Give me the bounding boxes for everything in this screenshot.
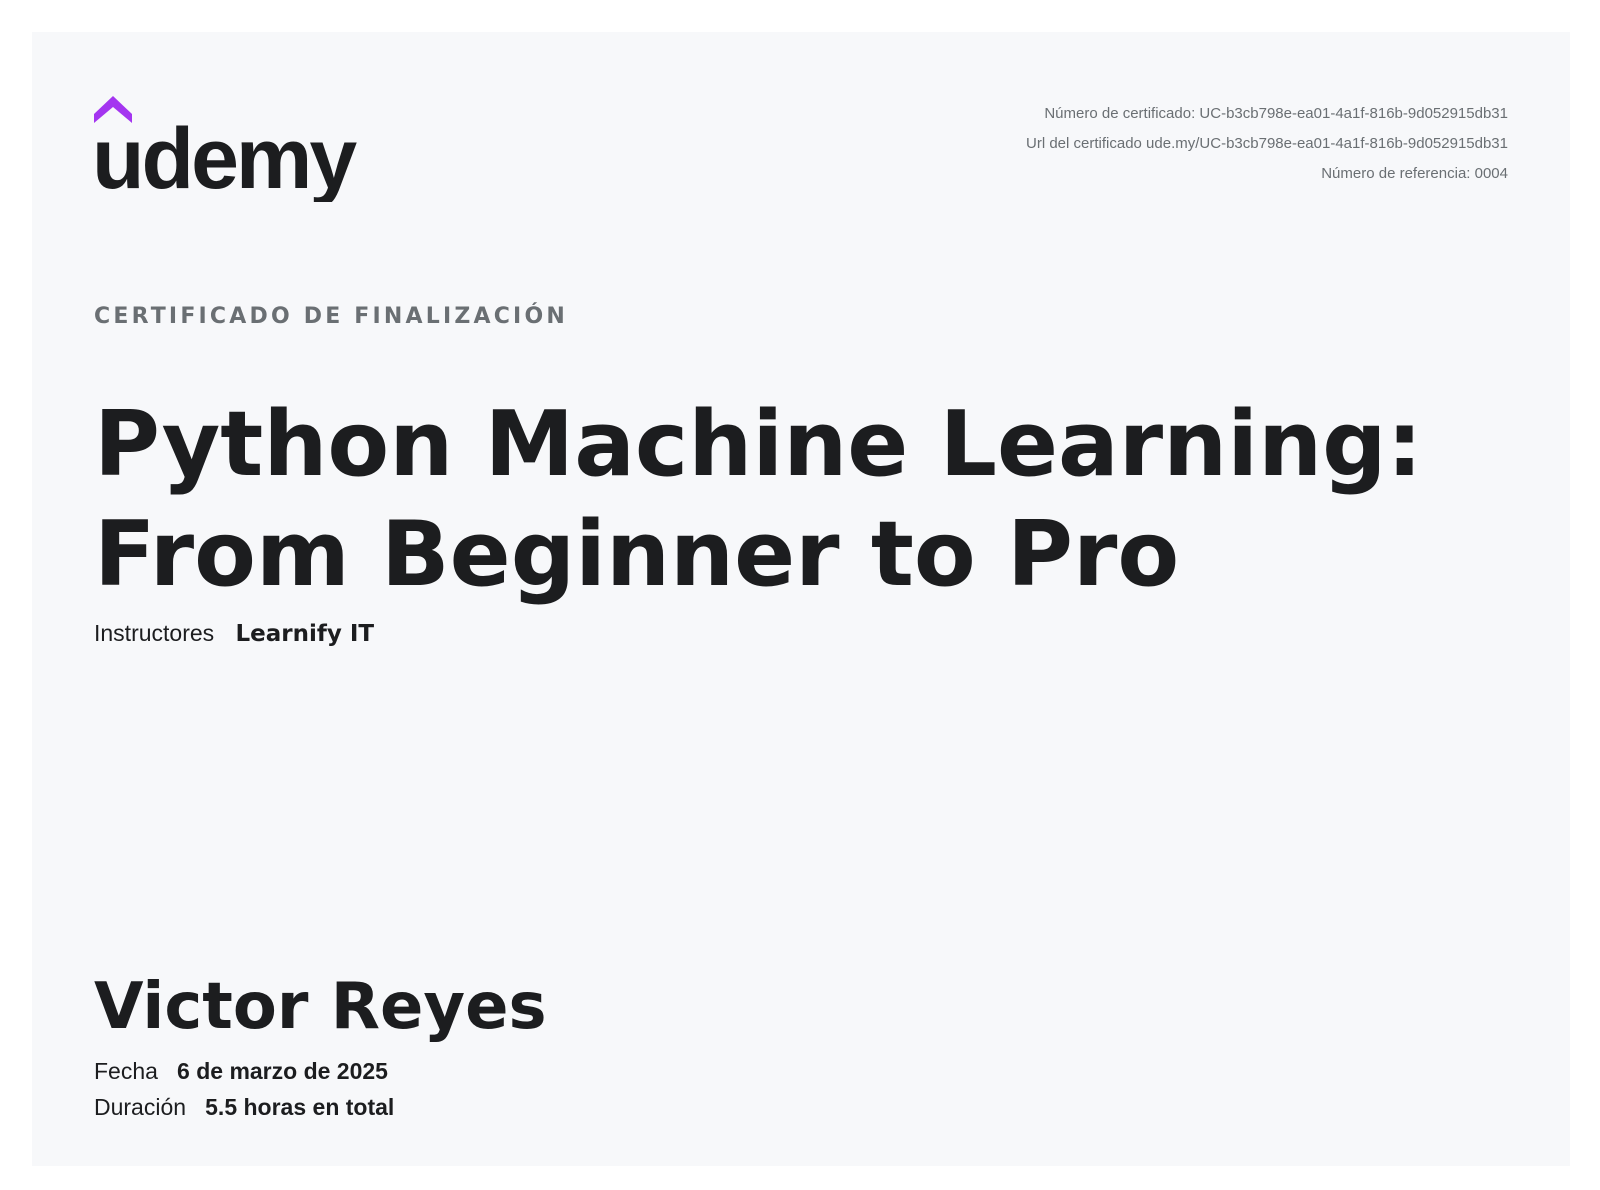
duration-row: Duración 5.5 horas en total <box>94 1094 394 1121</box>
duration-value: 5.5 horas en total <box>205 1094 395 1120</box>
certificate-meta: Número de certificado: UC-b3cb798e-ea01-… <box>1026 99 1508 189</box>
certificate-url: Url del certificado ude.my/UC-b3cb798e-e… <box>1026 135 1508 152</box>
course-title-line-1: Python Machine Learning: <box>94 392 1423 497</box>
certificate-card: udemy Número de certificado: UC-b3cb798e… <box>32 32 1570 1166</box>
svg-text:udemy: udemy <box>94 111 357 202</box>
instructors-row: Instructores Learnify IT <box>94 620 374 647</box>
certificate-label: CERTIFICADO DE FINALIZACIÓN <box>94 304 568 329</box>
student-name: Victor Reyes <box>94 970 547 1044</box>
certificate-number: Número de certificado: UC-b3cb798e-ea01-… <box>1044 105 1508 122</box>
udemy-logo: udemy <box>94 92 364 202</box>
date-label: Fecha <box>94 1058 158 1084</box>
date-row: Fecha 6 de marzo de 2025 <box>94 1058 388 1085</box>
date-value: 6 de marzo de 2025 <box>177 1058 388 1084</box>
course-title: Python Machine Learning: From Beginner t… <box>94 390 1514 610</box>
course-title-line-2: From Beginner to Pro <box>94 502 1180 607</box>
reference-number: Número de referencia: 0004 <box>1321 165 1508 182</box>
instructors-value: Learnify IT <box>235 621 375 647</box>
duration-label: Duración <box>94 1094 187 1120</box>
instructors-label: Instructores <box>94 620 215 646</box>
